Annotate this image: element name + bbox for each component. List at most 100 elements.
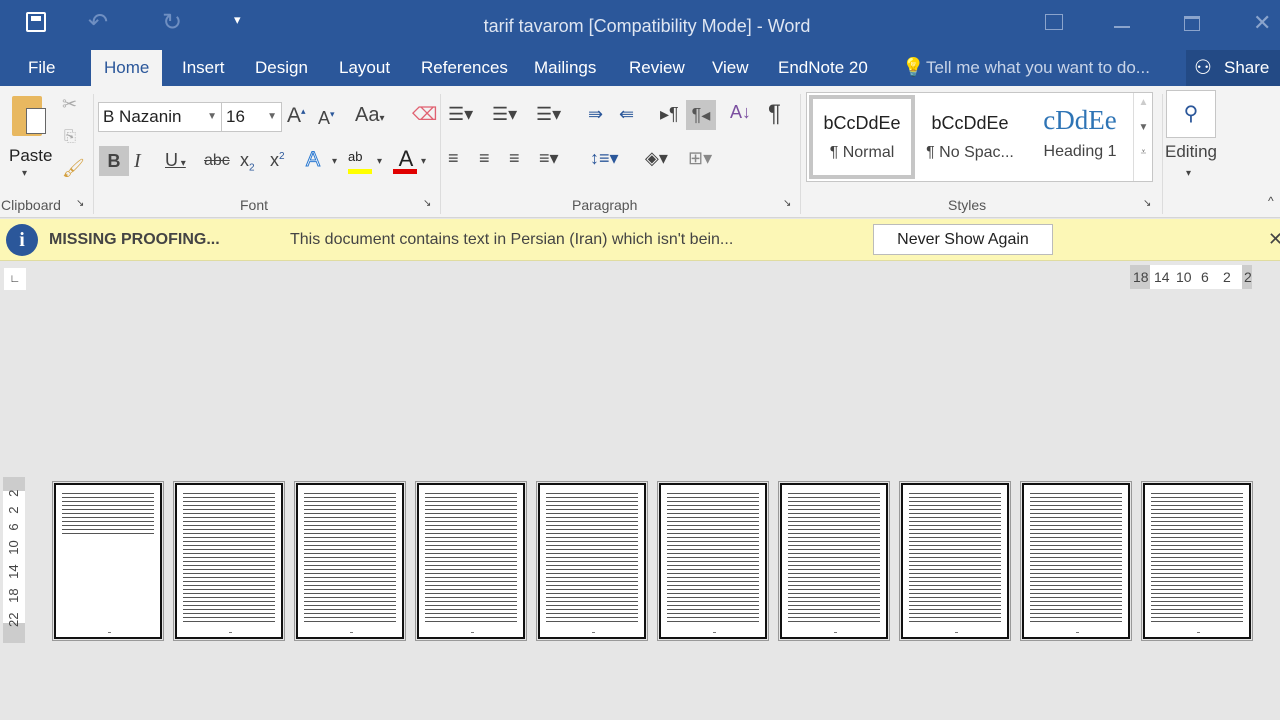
- multilevel-list-icon[interactable]: ☰▾: [536, 104, 561, 125]
- tab-insert[interactable]: Insert: [182, 50, 225, 86]
- ribbon: Paste ▾ ✂ ⎘ 🖌 Clipboard ↘ B Nazanin ▼ 16 ▼…: [0, 86, 1280, 218]
- page-thumbnail[interactable]: [173, 481, 285, 641]
- align-left-icon[interactable]: ≡: [448, 148, 459, 169]
- bold-button[interactable]: B: [99, 146, 129, 176]
- font-name-select[interactable]: B Nazanin ▼: [98, 102, 222, 132]
- line-spacing-icon[interactable]: ↕≡▾: [590, 148, 619, 169]
- vertical-ruler[interactable]: 22 18 14 10 6 2 2: [3, 477, 25, 643]
- tab-layout[interactable]: Layout: [339, 50, 390, 86]
- ribbon-display-icon[interactable]: [1045, 14, 1063, 30]
- editing-button[interactable]: Editing: [1165, 142, 1217, 162]
- highlight-color-button[interactable]: ab: [348, 148, 374, 174]
- dialog-launcher-icon[interactable]: ↘: [1143, 198, 1151, 209]
- message-bar: i MISSING PROOFING... This document cont…: [0, 219, 1280, 261]
- tab-review[interactable]: Review: [629, 50, 685, 86]
- clipboard-group-label: Clipboard: [1, 197, 61, 213]
- page-thumbnail[interactable]: [657, 481, 769, 641]
- page-thumbnail[interactable]: [536, 481, 648, 641]
- strikethrough-button[interactable]: abc: [204, 152, 230, 170]
- paste-dropdown-icon[interactable]: ▾: [22, 168, 27, 179]
- tab-selector[interactable]: ∟: [4, 268, 26, 290]
- page-text: [304, 491, 396, 623]
- never-show-again-button[interactable]: Never Show Again: [873, 224, 1053, 255]
- tab-endnote[interactable]: EndNote 20: [778, 50, 868, 86]
- page-thumbnail[interactable]: [778, 481, 890, 641]
- change-case-button[interactable]: Aa▾: [355, 104, 385, 127]
- font-color-dropdown-icon[interactable]: ▾: [421, 156, 426, 167]
- decrease-indent-icon[interactable]: ⇛: [588, 104, 603, 125]
- text-effects-dropdown-icon[interactable]: ▾: [332, 156, 337, 167]
- bullets-icon[interactable]: ☰▾: [448, 104, 473, 125]
- horizontal-ruler[interactable]: 18 14 10 6 2 2: [1130, 265, 1252, 289]
- style-normal[interactable]: bCcDdEe ¶ Normal: [809, 95, 915, 179]
- page-thumbnail[interactable]: [1141, 481, 1253, 641]
- lightbulb-icon: 💡: [902, 57, 925, 77]
- highlight-dropdown-icon[interactable]: ▾: [377, 156, 382, 167]
- page-text: [788, 491, 880, 623]
- page-thumbnail[interactable]: [415, 481, 527, 641]
- style-heading-1[interactable]: cDdEe Heading 1: [1027, 99, 1133, 161]
- editing-dropdown-icon[interactable]: ▾: [1186, 168, 1191, 179]
- share-button[interactable]: ⚇ Share: [1186, 50, 1280, 86]
- collapse-ribbon-icon[interactable]: ^: [1268, 194, 1274, 208]
- message-title: MISSING PROOFING...: [49, 231, 220, 248]
- text-effects-icon[interactable]: A: [305, 148, 320, 172]
- grow-font-icon[interactable]: A▴: [287, 104, 306, 128]
- page-text: [1151, 491, 1243, 623]
- tab-home[interactable]: Home: [91, 50, 163, 86]
- cut-icon[interactable]: ✂: [62, 94, 77, 115]
- page-text: [62, 491, 154, 537]
- italic-button[interactable]: I: [134, 150, 141, 173]
- maximize-icon[interactable]: [1184, 16, 1200, 31]
- tab-view[interactable]: View: [712, 50, 749, 86]
- dialog-launcher-icon[interactable]: ↘: [423, 198, 431, 209]
- share-label: Share: [1224, 58, 1270, 77]
- page-number: [1197, 632, 1200, 633]
- clear-formatting-icon[interactable]: ⌫: [412, 104, 437, 125]
- tab-references[interactable]: References: [421, 50, 508, 86]
- page-thumbnail[interactable]: [899, 481, 1011, 641]
- copy-icon[interactable]: ⎘: [64, 128, 76, 145]
- style-no-spacing[interactable]: bCcDdEe ¶ No Spac...: [917, 99, 1023, 162]
- align-center-icon[interactable]: ≡: [479, 148, 490, 169]
- superscript-button[interactable]: x2: [270, 150, 285, 171]
- styles-scroll[interactable]: ▲ ▼ ⩡: [1133, 93, 1153, 181]
- tab-design[interactable]: Design: [255, 50, 308, 86]
- subscript-button[interactable]: x2: [240, 150, 255, 174]
- page-thumbnail[interactable]: [52, 481, 164, 641]
- tab-file[interactable]: File: [28, 50, 55, 86]
- page-text: [425, 491, 517, 623]
- justify-icon[interactable]: ≡▾: [539, 148, 559, 169]
- font-color-button[interactable]: A: [393, 146, 419, 174]
- dialog-launcher-icon[interactable]: ↘: [783, 198, 791, 209]
- window-title: tarif tavarom [Compatibility Mode] - Wor…: [483, 16, 811, 36]
- underline-button[interactable]: U ▾: [165, 150, 186, 171]
- shading-icon[interactable]: ◈▾: [645, 148, 668, 169]
- message-text: This document contains text in Persian (…: [290, 231, 734, 248]
- minimize-icon[interactable]: [1114, 26, 1130, 28]
- paste-icon[interactable]: [12, 96, 46, 136]
- dialog-launcher-icon[interactable]: ↘: [76, 198, 84, 209]
- numbering-icon[interactable]: ☰▾: [492, 104, 517, 125]
- increase-indent-icon[interactable]: ⇚: [619, 104, 634, 125]
- page-number: [471, 632, 474, 633]
- search-icon[interactable]: ⚲: [1166, 90, 1216, 138]
- page-thumbnail[interactable]: [294, 481, 406, 641]
- close-message-icon[interactable]: ✕: [1268, 229, 1280, 250]
- page-text: [667, 491, 759, 623]
- show-marks-icon[interactable]: ¶: [768, 100, 781, 128]
- align-right-icon[interactable]: ≡: [509, 148, 520, 169]
- borders-icon[interactable]: ⊞▾: [688, 148, 712, 169]
- shrink-font-icon[interactable]: A▾: [318, 108, 335, 129]
- close-icon[interactable]: ✕: [1253, 10, 1271, 36]
- tell-me-input[interactable]: Tell me what you want to do...: [926, 50, 1150, 86]
- font-size-select[interactable]: 16 ▼: [221, 102, 282, 132]
- sort-icon[interactable]: A↓: [730, 102, 751, 123]
- ltr-icon[interactable]: ▸¶: [660, 104, 679, 125]
- format-painter-icon[interactable]: 🖌: [62, 158, 85, 179]
- paste-button[interactable]: Paste: [9, 146, 52, 166]
- rtl-icon[interactable]: ¶◂: [686, 100, 716, 130]
- tab-mailings[interactable]: Mailings: [534, 50, 596, 86]
- page-number: [229, 632, 232, 633]
- page-thumbnail[interactable]: [1020, 481, 1132, 641]
